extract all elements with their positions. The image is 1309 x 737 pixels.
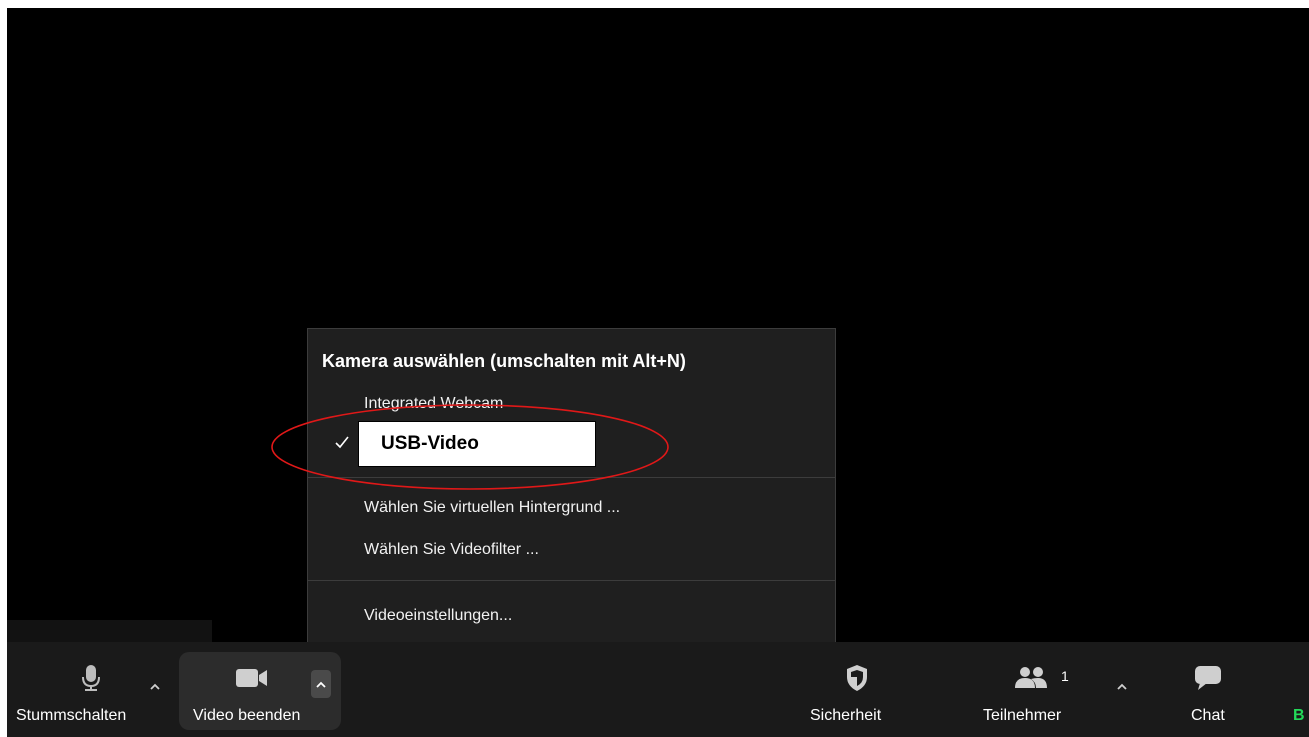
chevron-up-icon [150, 683, 160, 690]
chevron-up-icon [316, 681, 326, 688]
menu-item-video-filter[interactable]: Wählen Sie Videofilter ... [364, 541, 539, 559]
video-label: Video beenden [193, 707, 301, 724]
participants-count: 1 [1061, 668, 1069, 684]
meeting-toolbar: Stummschalten Video beenden Sicherheit 1… [7, 642, 1309, 737]
menu-item-video-settings[interactable]: Videoeinstellungen... [364, 607, 512, 625]
menu-title: Kamera auswählen (umschalten mit Alt+N) [322, 351, 686, 371]
cut-off-toolbar-label[interactable]: B [1293, 707, 1305, 725]
mute-label: Stummschalten [16, 707, 127, 724]
participants-label: Teilnehmer [983, 707, 1062, 724]
video-options-button[interactable] [311, 670, 331, 698]
security-label: Sicherheit [810, 707, 882, 724]
video-area: Kamera auswählen (umschalten mit Alt+N) … [7, 8, 1309, 737]
chevron-up-icon [1117, 683, 1127, 690]
chat-label: Chat [1191, 707, 1225, 724]
stop-video-button[interactable]: Video beenden [179, 642, 309, 737]
video-options-menu: Kamera auswählen (umschalten mit Alt+N) … [307, 328, 836, 648]
participants-button[interactable]: 1 Teilnehmer [975, 642, 1085, 737]
chat-button[interactable]: Chat [1177, 642, 1237, 737]
video-camera-icon [235, 664, 269, 692]
participants-icon [1011, 664, 1051, 692]
menu-item-integrated-webcam[interactable]: Integrated Webcam [364, 395, 503, 413]
participants-options-button[interactable] [1112, 672, 1132, 700]
chat-icon [1193, 664, 1223, 692]
menu-separator [308, 580, 835, 581]
microphone-icon [77, 664, 105, 692]
security-button[interactable]: Sicherheit [807, 642, 907, 737]
audio-options-button[interactable] [145, 672, 165, 700]
menu-item-virtual-background[interactable]: Wählen Sie virtuellen Hintergrund ... [364, 499, 620, 517]
menu-item-usb-video[interactable]: USB-Video [358, 421, 596, 467]
menu-separator [308, 477, 835, 478]
video-strip [7, 620, 212, 642]
checkmark-icon [335, 436, 349, 449]
shield-icon [842, 664, 872, 692]
